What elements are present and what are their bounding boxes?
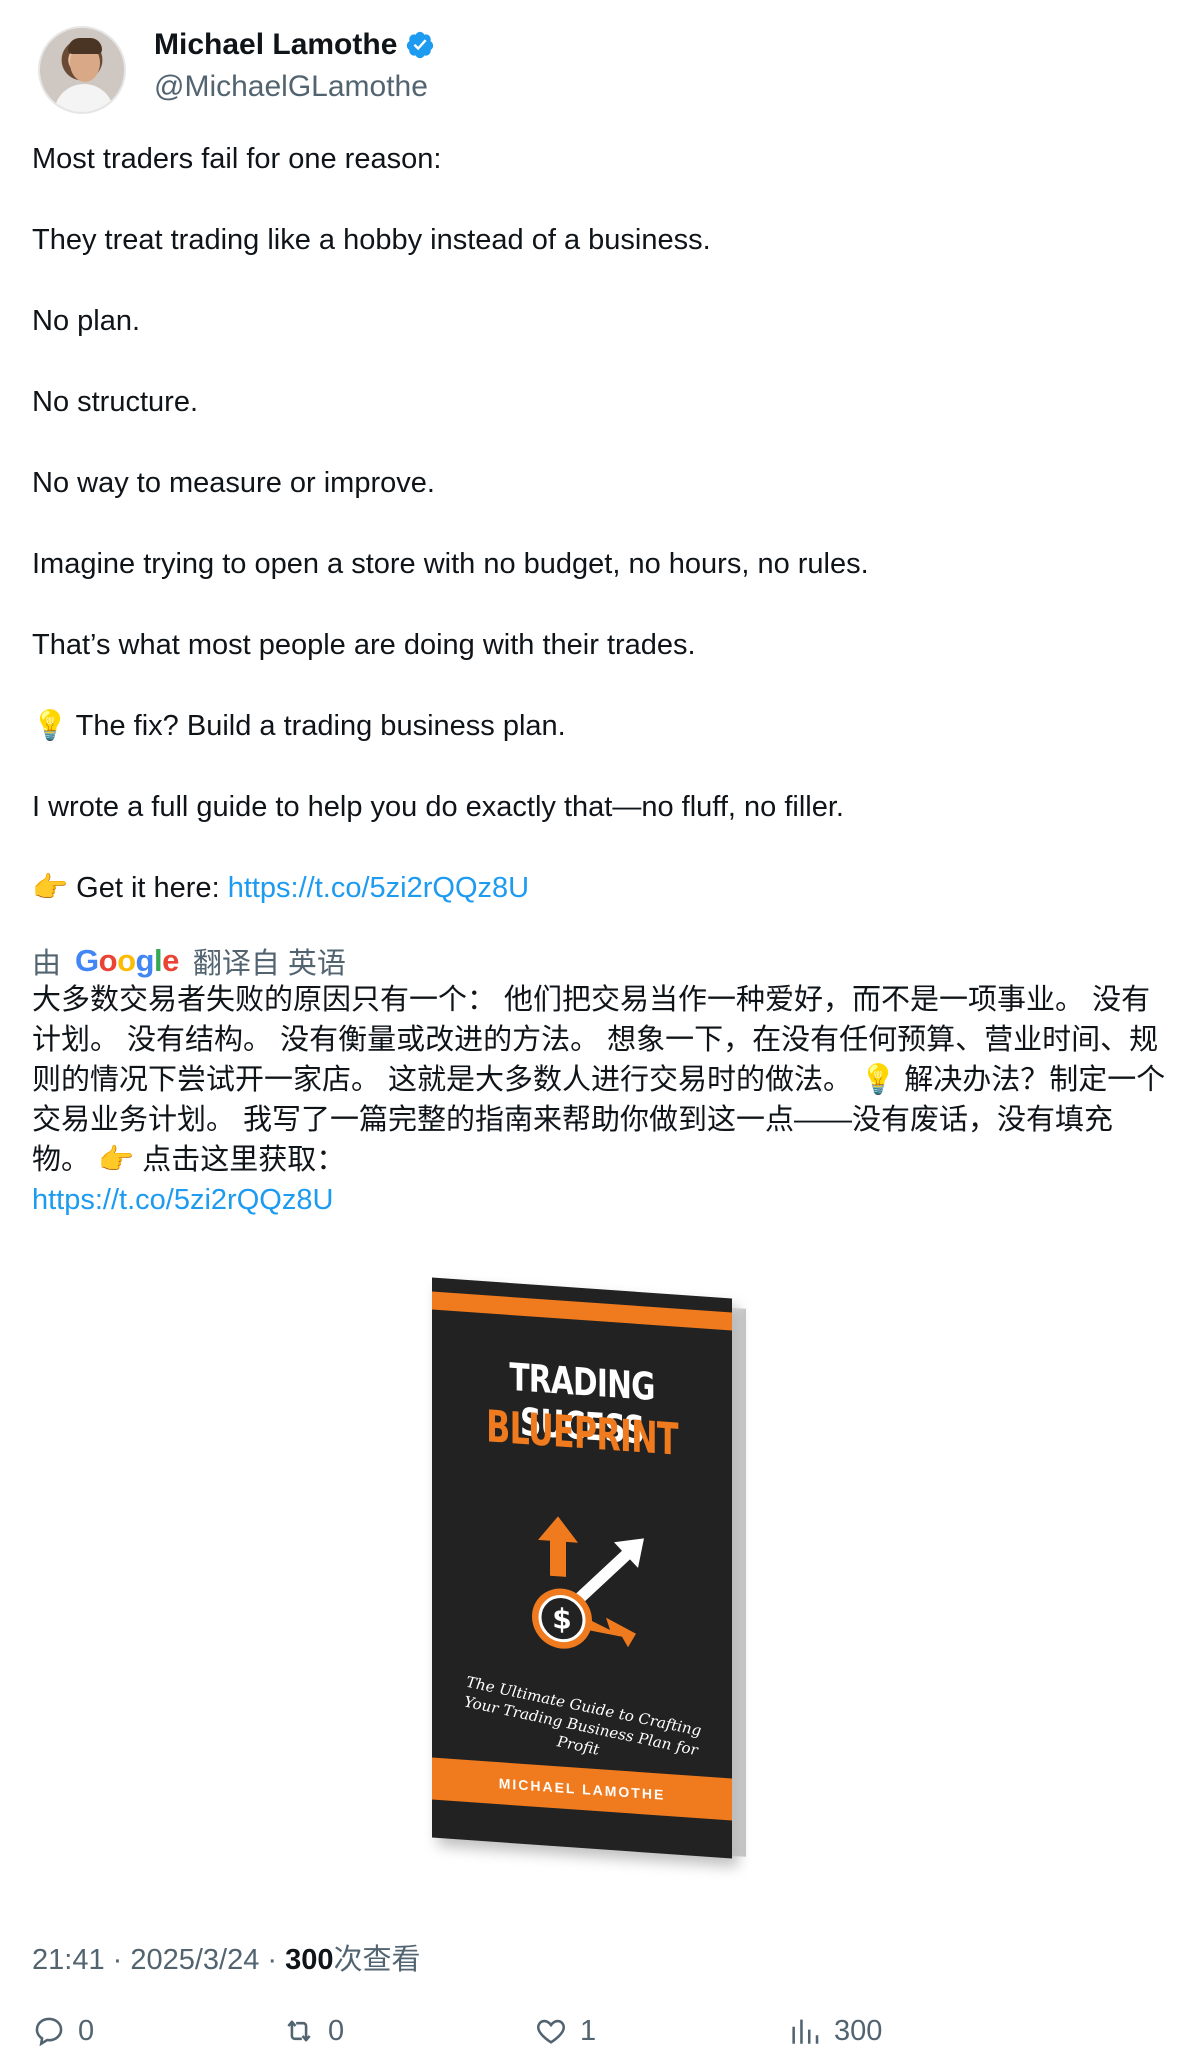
views-button[interactable]: 300 (788, 2014, 882, 2048)
tweet-link[interactable]: https://t.co/5zi2rQQz8U (228, 872, 529, 904)
avatar-shirt (54, 84, 114, 112)
retweet-count: 0 (328, 2014, 345, 2047)
analytics-icon (792, 2019, 819, 2044)
google-logo-letter: o (98, 943, 118, 978)
google-logo-letter: o (117, 943, 136, 978)
tweet-paragraph: Most traders fail for one reason: (32, 143, 442, 175)
avatar[interactable] (38, 26, 126, 114)
google-logo-letter: l (153, 943, 163, 978)
tweet-text: Most traders fail for one reason: They t… (32, 140, 1162, 908)
avatar-hair (68, 38, 102, 54)
reply-icon (35, 2017, 63, 2047)
tweet-time[interactable]: 21:41 (32, 1944, 105, 1976)
dollar-arrows-icon: $ (510, 1503, 660, 1663)
translated-link[interactable]: https://t.co/5zi2rQQz8U (32, 1184, 333, 1216)
like-button[interactable]: 1 (534, 2014, 596, 2048)
svg-text:$: $ (552, 1602, 571, 1636)
tweet-paragraph: That’s what most people are doing with t… (32, 629, 696, 661)
action-bar: 0 0 1 300 (32, 2014, 1162, 2054)
retweet-button[interactable]: 0 (282, 2014, 344, 2048)
reply-count: 0 (78, 2014, 95, 2047)
verified-badge-icon (405, 30, 435, 60)
google-logo-letter: g (135, 943, 155, 978)
like-count: 1 (580, 2014, 597, 2047)
tweet-paragraph: No structure. (32, 386, 198, 418)
meta-separator: · (104, 1944, 131, 1976)
tweet-paragraph: 💡 The fix? Build a trading business plan… (32, 710, 566, 742)
cta-prefix: 👉 Get it here: (32, 872, 228, 904)
display-name[interactable]: Michael Lamothe (154, 28, 397, 62)
book-cover: TRADING SUCESS BLUEPRINT $ The Ultimate … (432, 1277, 732, 1859)
google-logo-letter: G (75, 943, 99, 978)
translated-body: 大多数交易者失败的原因只有一个： 他们把交易当作一种爱好，而不是一项事业。 没有… (32, 984, 1166, 1176)
tweet-paragraph: They treat trading like a hobby instead … (32, 224, 711, 256)
tweet-cta: 👉 Get it here: https://t.co/5zi2rQQz8U (32, 869, 1162, 908)
tweet-meta: 21:41 · 2025/3/24 · 300次查看 (32, 1936, 421, 1978)
tweet-paragraph: I wrote a full guide to help you do exac… (32, 791, 844, 823)
heart-icon (537, 2019, 565, 2044)
views-label: 次查看 (333, 1944, 421, 1976)
book-author: MICHAEL LAMOTHE (498, 1775, 666, 1803)
tweet-date[interactable]: 2025/3/24 (130, 1944, 259, 1976)
retweet-icon (287, 2020, 311, 2042)
translated-from-label: 翻译自 英语 (192, 948, 346, 980)
meta-separator: · (259, 1944, 286, 1976)
tweet-media-image[interactable]: TRADING SUCESS BLUEPRINT $ The Ultimate … (420, 1276, 780, 1876)
name-row: Michael Lamothe (154, 28, 435, 62)
reply-button[interactable]: 0 (32, 2014, 94, 2048)
tweet-paragraph: No plan. (32, 305, 141, 337)
tweet-header: Michael Lamothe @MichaelGLamothe (38, 26, 1158, 116)
tweet-paragraph: Imagine trying to open a store with no b… (32, 548, 869, 580)
translated-text: 大多数交易者失败的原因只有一个： 他们把交易当作一种爱好，而不是一项事业。 没有… (32, 980, 1166, 1220)
translation-attribution: 由 Google 翻译自 英语 (32, 940, 346, 982)
google-logo: Google (75, 943, 179, 979)
google-logo-letter: e (162, 943, 179, 978)
views-action-count: 300 (834, 2014, 883, 2047)
tweet-paragraph: No way to measure or improve. (32, 467, 435, 499)
translated-by-label: 由 (32, 948, 62, 980)
handle[interactable]: @MichaelGLamothe (154, 70, 428, 104)
book-top-band (432, 1291, 732, 1331)
views-count: 300 (285, 1944, 334, 1976)
